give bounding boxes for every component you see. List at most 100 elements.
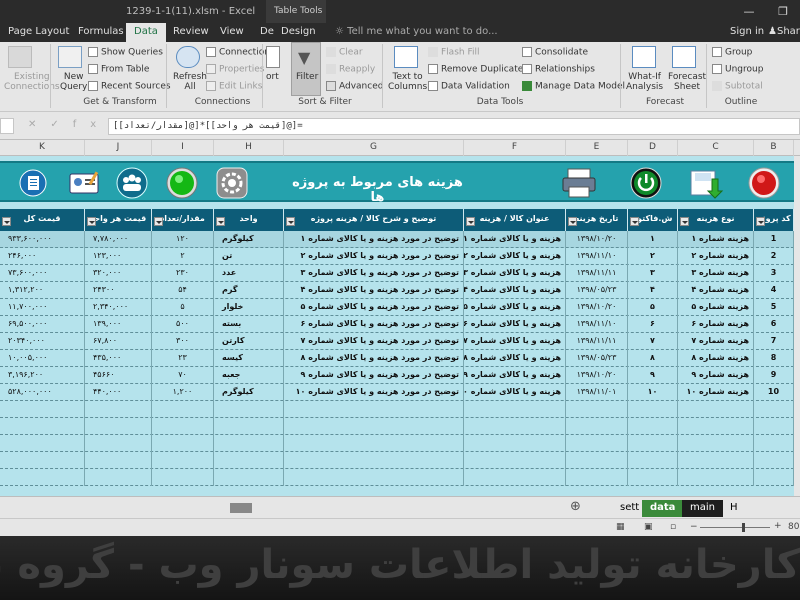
cell-total-price[interactable]: ۱,۳۱۲,۲۰۰ <box>0 282 85 299</box>
cell-date[interactable]: ۱۳۹۸/۰۵/۲۳ <box>566 350 628 367</box>
cancel-icon[interactable]: ✕ <box>28 119 50 130</box>
tab-review[interactable]: Review <box>173 26 209 37</box>
cell-unit-price[interactable]: ۳۲۰,۰۰۰ <box>85 265 152 282</box>
cell-project-code[interactable] <box>754 418 794 435</box>
zoom-slider[interactable] <box>700 527 770 528</box>
cell-cost-type[interactable] <box>678 418 754 435</box>
table-header-description[interactable]: توضیح و شرح کالا / هزینه پروژه <box>284 209 464 231</box>
sign-in-link[interactable]: Sign in <box>730 26 764 37</box>
filter-dropdown-icon[interactable] <box>2 217 11 226</box>
cell-description[interactable]: توضیح در مورد هزینه و یا کالای شماره ۲ <box>284 248 464 265</box>
cell-cost-type[interactable]: هزینه شماره ۵ <box>678 299 754 316</box>
connections-button[interactable]: Connections <box>206 47 275 58</box>
zoom-in-icon[interactable]: + <box>774 521 782 531</box>
flash-fill-button[interactable]: Flash Fill <box>428 47 479 58</box>
cell-unit[interactable]: گرم <box>214 282 284 299</box>
from-table-button[interactable]: From Table <box>88 64 149 75</box>
cell-project-code[interactable]: 4 <box>754 282 794 299</box>
cell-unit[interactable]: کارتن <box>214 333 284 350</box>
vertical-scrollbar[interactable] <box>794 156 800 496</box>
cell-invoice-no[interactable]: ۳ <box>628 265 678 282</box>
subtotal-button[interactable]: Subtotal <box>712 81 763 92</box>
cell-total-price[interactable]: ۱۰,۰۰۵,۰۰۰ <box>0 350 85 367</box>
refresh-all-button[interactable]: Refresh All <box>173 72 207 92</box>
cell-description[interactable]: توضیح در مورد هزینه و یا کالای شماره ۵ <box>284 299 464 316</box>
filter-dropdown-icon[interactable] <box>87 217 96 226</box>
cell-unit[interactable] <box>214 452 284 469</box>
cell-unit[interactable]: کیلوگرم <box>214 231 284 248</box>
power-icon[interactable] <box>630 167 662 199</box>
cell-invoice-no[interactable] <box>628 469 678 486</box>
tab-view[interactable]: View <box>220 26 244 37</box>
cell-project-code[interactable]: 10 <box>754 384 794 401</box>
cell-quantity[interactable] <box>152 418 214 435</box>
zoom-slider-thumb[interactable] <box>742 523 745 532</box>
cell-cost-type[interactable] <box>678 452 754 469</box>
column-header-f[interactable]: F <box>464 140 566 156</box>
cell-cost-type[interactable] <box>678 435 754 452</box>
cell-description[interactable] <box>284 401 464 418</box>
text-to-columns-button[interactable]: Text to Columns <box>388 72 427 92</box>
cell-unit[interactable]: کیسه <box>214 350 284 367</box>
cell-description[interactable]: توضیح در مورد هزینه و یا کالای شماره ۱ <box>284 231 464 248</box>
column-header-i[interactable]: I <box>152 140 214 156</box>
filter-dropdown-icon[interactable] <box>216 217 225 226</box>
cell-invoice-no[interactable]: ۲ <box>628 248 678 265</box>
cell-date[interactable]: ۱۳۹۸/۱۱/۱۱ <box>566 265 628 282</box>
cell-description[interactable]: توضیح در مورد هزینه و یا کالای شماره ۶ <box>284 316 464 333</box>
cell-unit[interactable]: خلوار <box>214 299 284 316</box>
tell-me-box[interactable]: ☼ Tell me what you want to do... <box>335 26 498 37</box>
filter-dropdown-icon[interactable] <box>630 217 639 226</box>
cell-description[interactable] <box>284 452 464 469</box>
cell-total-price[interactable] <box>0 401 85 418</box>
filter-dropdown-icon[interactable] <box>466 217 475 226</box>
cell-unit-price[interactable]: ۱۳۹,۰۰۰ <box>85 316 152 333</box>
cell-quantity[interactable] <box>152 435 214 452</box>
cell-unit-price[interactable] <box>85 435 152 452</box>
cell-unit[interactable] <box>214 469 284 486</box>
table-header-item-title[interactable]: عنوان کالا / هزینه <box>464 209 566 231</box>
cell-quantity[interactable] <box>152 401 214 418</box>
enter-icon[interactable]: ✓ <box>50 119 72 130</box>
cell-project-code[interactable]: 1 <box>754 231 794 248</box>
advanced-button[interactable]: Advanced <box>326 81 383 92</box>
existing-connections-button[interactable]: Existing Connections <box>4 72 60 92</box>
cell-date[interactable] <box>566 469 628 486</box>
page-break-view-icon[interactable]: ▫ <box>670 522 676 532</box>
cell-item-title[interactable] <box>464 435 566 452</box>
cell-invoice-no[interactable]: ۶ <box>628 316 678 333</box>
add-sheet-icon[interactable]: ⊕ <box>570 499 581 514</box>
cell-total-price[interactable]: ۱۱,۷۰۰,۰۰۰ <box>0 299 85 316</box>
cell-date[interactable]: ۱۳۹۸/۱۰/۲۰ <box>566 367 628 384</box>
cell-date[interactable]: ۱۳۹۸/۱۰/۲۰ <box>566 299 628 316</box>
cell-item-title[interactable] <box>464 401 566 418</box>
column-header-d[interactable]: D <box>628 140 678 156</box>
cell-invoice-no[interactable]: ۷ <box>628 333 678 350</box>
cell-quantity[interactable] <box>152 469 214 486</box>
cell-item-title[interactable]: هزینه و یا کالای شماره ۶ <box>464 316 566 333</box>
cell-unit[interactable]: تن <box>214 248 284 265</box>
save-icon[interactable] <box>688 167 724 199</box>
cell-description[interactable] <box>284 469 464 486</box>
cell-invoice-no[interactable]: ۱ <box>628 231 678 248</box>
cell-total-price[interactable]: ۶۹,۵۰۰,۰۰۰ <box>0 316 85 333</box>
cell-unit-price[interactable]: ۶۷,۸۰۰ <box>85 333 152 350</box>
properties-button[interactable]: Properties <box>206 64 264 75</box>
cell-cost-type[interactable]: هزینه شماره ۶ <box>678 316 754 333</box>
column-header-b[interactable]: B <box>754 140 794 156</box>
relationships-button[interactable]: Relationships <box>522 64 595 75</box>
cell-unit-price[interactable] <box>85 469 152 486</box>
cell-quantity[interactable] <box>152 452 214 469</box>
cell-total-price[interactable]: ۲۰۳۴۰,۰۰۰ <box>0 333 85 350</box>
cell-quantity[interactable]: ۷۰ <box>152 367 214 384</box>
cell-project-code[interactable]: 9 <box>754 367 794 384</box>
sheet-tab-h[interactable]: H <box>722 500 746 517</box>
name-box[interactable] <box>0 118 14 134</box>
normal-view-icon[interactable]: ▦ <box>616 522 625 532</box>
cell-item-title[interactable]: هزینه و یا کالای شماره ۹ <box>464 367 566 384</box>
cell-item-title[interactable]: هزینه و یا کالای شماره ۱۰ <box>464 384 566 401</box>
cell-description[interactable] <box>284 418 464 435</box>
cell-unit-price[interactable] <box>85 452 152 469</box>
cell-total-price[interactable] <box>0 469 85 486</box>
manage-data-model-button[interactable]: Manage Data Model <box>522 81 625 92</box>
